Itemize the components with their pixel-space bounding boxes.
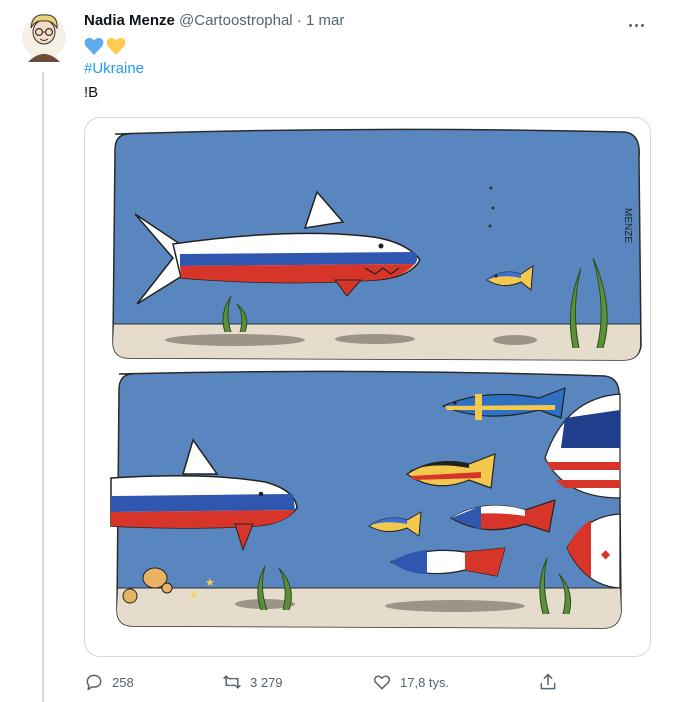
thread-line	[42, 72, 44, 702]
blue-heart-icon	[84, 37, 104, 55]
author-name[interactable]: Nadia Menze	[84, 12, 175, 29]
reply-count: 258	[112, 674, 134, 690]
emoji-row	[84, 37, 126, 57]
svg-text:★: ★	[189, 590, 198, 601]
share-icon	[540, 673, 556, 690]
retweet-icon	[223, 675, 241, 689]
retweet-button[interactable]: 3 279	[222, 672, 283, 692]
tweet-header: Nadia Menze @Cartoostrophal · 1 mar	[84, 12, 644, 32]
more-dot-icon	[634, 24, 638, 27]
yellow-heart-icon	[106, 37, 126, 55]
panel-top: MENZE	[112, 128, 642, 361]
cartoon-image: MENZE ★ ★ ◆	[110, 128, 642, 629]
more-dot-icon	[640, 24, 644, 27]
more-dot-icon	[628, 24, 632, 27]
like-count: 17,8 tys.	[400, 674, 450, 690]
reply-icon	[86, 674, 102, 691]
like-button[interactable]: 17,8 tys.	[372, 672, 449, 692]
avatar[interactable]	[22, 10, 66, 64]
separator-dot: ·	[296, 12, 302, 29]
tweet-media[interactable]: MENZE ★ ★ ◆	[84, 117, 651, 657]
panel-bottom: ★ ★ ◆	[110, 370, 622, 629]
svg-text:★: ★	[205, 576, 215, 589]
tweet-actions: 258 3 279 17,8 tys.	[84, 672, 564, 692]
tweet-date[interactable]: 1 mar	[306, 12, 344, 29]
author-handle[interactable]: @Cartoostrophal	[179, 12, 293, 29]
retweet-count: 3 279	[250, 674, 283, 690]
heart-icon	[373, 675, 391, 690]
hashtag-link[interactable]: #Ukraine	[84, 60, 144, 77]
more-options-button[interactable]	[627, 14, 651, 30]
svg-text:◆: ◆	[601, 547, 611, 561]
tweet-text: !B	[84, 84, 99, 101]
share-button[interactable]	[538, 672, 558, 692]
reply-button[interactable]: 258	[84, 672, 134, 692]
artist-signature: MENZE	[622, 208, 633, 243]
